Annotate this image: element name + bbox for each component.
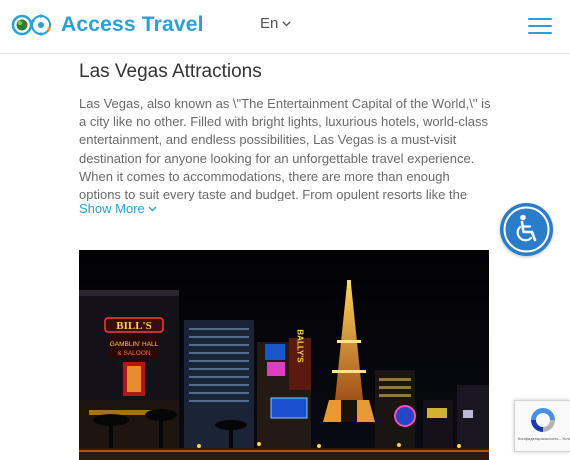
hero-image: BILL'S GAMBLIN' HALL & SALOON BALLY'S [79,250,489,460]
chevron-down-icon [148,206,157,212]
sign-bills: BILL'S [116,320,151,332]
description-text: Las Vegas, also known as \"The Entertain… [79,96,491,201]
show-more-label: Show More [79,201,145,216]
show-more-button[interactable]: Show More [79,201,157,217]
recaptcha-terms[interactable]: Конфиденциальность - Условия использован… [518,436,570,441]
page: Access Travel En Las Vegas Attractions L… [0,0,570,460]
logo-link[interactable]: Access Travel [11,11,204,39]
globe-logo-icon [11,14,51,36]
sign-saloon: & SALOON [117,350,151,357]
description-container: Las Vegas, also known as \"The Entertain… [79,95,491,201]
sign-gambling-hall: GAMBLIN' HALL [110,341,159,348]
las-vegas-night-photo: BILL'S GAMBLIN' HALL & SALOON BALLY'S [79,250,489,460]
recaptcha-badge[interactable]: Конфиденциальность - Условия использован… [514,400,570,452]
accessibility-button[interactable] [500,203,553,256]
hamburger-menu-icon[interactable] [528,16,552,36]
site-header: Access Travel En [0,0,570,54]
chevron-down-icon [282,21,291,26]
menu-bar-top [528,18,552,20]
menu-bar-middle [528,25,552,27]
page-title: Las Vegas Attractions [79,61,262,82]
recaptcha-icon [531,408,555,432]
language-label: En [260,15,279,32]
brand-name: Access Travel [61,13,204,36]
menu-bar-bottom [528,32,552,34]
language-selector[interactable]: En [260,15,291,32]
sign-ballys: BALLY'S [296,329,305,363]
wheelchair-icon [503,206,550,253]
